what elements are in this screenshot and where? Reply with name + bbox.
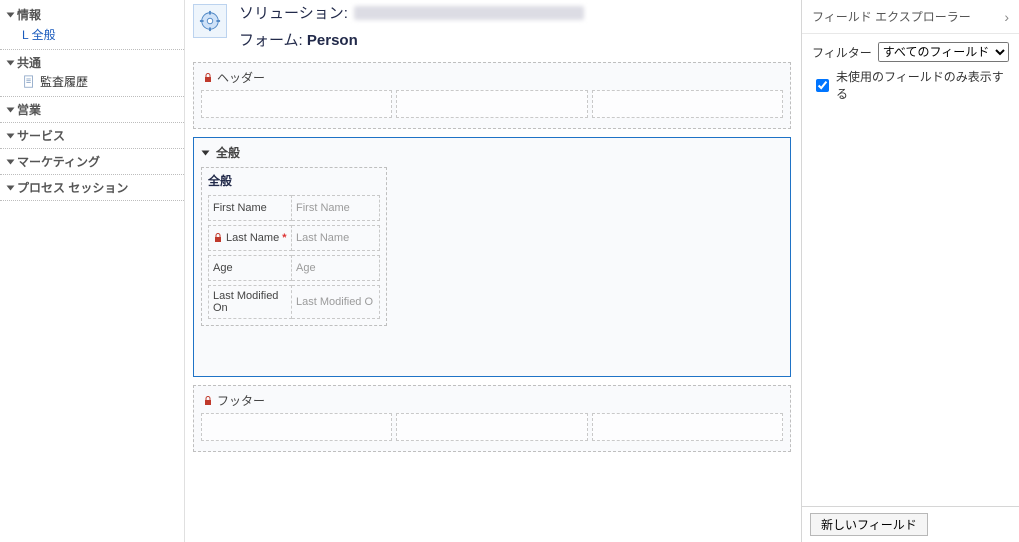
footer-col-2[interactable] bbox=[396, 413, 587, 441]
unused-fields-checkbox-row[interactable]: 未使用のフィールドのみ表示する bbox=[812, 68, 1009, 102]
field-first-name-input[interactable]: First Name bbox=[292, 195, 380, 221]
filter-label: フィルター bbox=[812, 44, 872, 61]
lock-icon bbox=[203, 396, 213, 406]
form-label: フォーム: bbox=[239, 32, 303, 49]
nav-label-process: プロセス セッション bbox=[17, 179, 128, 196]
document-icon bbox=[22, 75, 36, 89]
footer-col-3[interactable] bbox=[592, 413, 783, 441]
nav-sub-general[interactable]: L 全般 bbox=[8, 23, 178, 45]
form-section-general[interactable]: 全般 First Name First Name Last Name * Las… bbox=[201, 167, 387, 326]
form-footer-section[interactable]: フッター bbox=[193, 385, 791, 452]
field-age[interactable]: Age Age bbox=[208, 255, 380, 281]
form-tab-general[interactable]: 全般 全般 First Name First Name Last Name * … bbox=[193, 137, 791, 377]
field-first-name[interactable]: First Name First Name bbox=[208, 195, 380, 221]
header-col-1[interactable] bbox=[201, 90, 392, 118]
title-row: ソリューション: フォーム: Person bbox=[193, 0, 791, 54]
new-field-button[interactable]: 新しいフィールド bbox=[810, 513, 928, 536]
nav-section-common[interactable]: 共通 監査履歴 bbox=[0, 50, 184, 97]
nav-section-service[interactable]: サービス bbox=[0, 123, 184, 149]
nav-label-info: 情報 bbox=[17, 6, 41, 23]
form-name: Person bbox=[307, 32, 358, 49]
lock-icon bbox=[203, 73, 213, 83]
header-col-2[interactable] bbox=[396, 90, 587, 118]
left-nav: 情報 L 全般 共通 監査履歴 営業 サービス マーケティング プロセス セッシ… bbox=[0, 0, 185, 542]
nav-label-marketing: マーケティング bbox=[17, 153, 100, 170]
solution-name-redacted bbox=[354, 6, 584, 20]
footer-col-1[interactable] bbox=[201, 413, 392, 441]
field-last-name-input[interactable]: Last Name bbox=[292, 225, 380, 251]
form-icon bbox=[193, 4, 227, 38]
field-explorer-panel: フィールド エクスプローラー › フィルター すべてのフィールド 未使用のフィー… bbox=[801, 0, 1019, 542]
filter-select[interactable]: すべてのフィールド bbox=[878, 42, 1009, 62]
required-indicator: * bbox=[282, 232, 286, 244]
unused-fields-checkbox[interactable] bbox=[816, 79, 829, 92]
field-last-modified-input[interactable]: Last Modified O bbox=[292, 285, 380, 319]
nav-section-process[interactable]: プロセス セッション bbox=[0, 175, 184, 201]
lock-icon bbox=[213, 233, 223, 243]
form-header-section[interactable]: ヘッダー bbox=[193, 62, 791, 129]
field-explorer-title: フィールド エクスプローラー bbox=[812, 8, 971, 25]
nav-section-sales[interactable]: 営業 bbox=[0, 97, 184, 123]
collapse-panel-icon[interactable]: › bbox=[1004, 9, 1009, 25]
nav-section-info[interactable]: 情報 L 全般 bbox=[0, 2, 184, 50]
field-last-name[interactable]: Last Name * Last Name bbox=[208, 225, 380, 251]
header-col-3[interactable] bbox=[592, 90, 783, 118]
nav-label-common: 共通 bbox=[17, 54, 41, 71]
nav-section-marketing[interactable]: マーケティング bbox=[0, 149, 184, 175]
solution-label: ソリューション: bbox=[239, 2, 348, 23]
form-designer: ソリューション: フォーム: Person ヘッダー 全般 全般 bbox=[185, 0, 801, 542]
field-last-modified[interactable]: Last Modified On Last Modified O bbox=[208, 285, 380, 319]
field-age-input[interactable]: Age bbox=[292, 255, 380, 281]
nav-label-service: サービス bbox=[17, 127, 65, 144]
nav-label-sales: 営業 bbox=[17, 101, 41, 118]
nav-item-audit[interactable]: 監査履歴 bbox=[8, 71, 178, 92]
